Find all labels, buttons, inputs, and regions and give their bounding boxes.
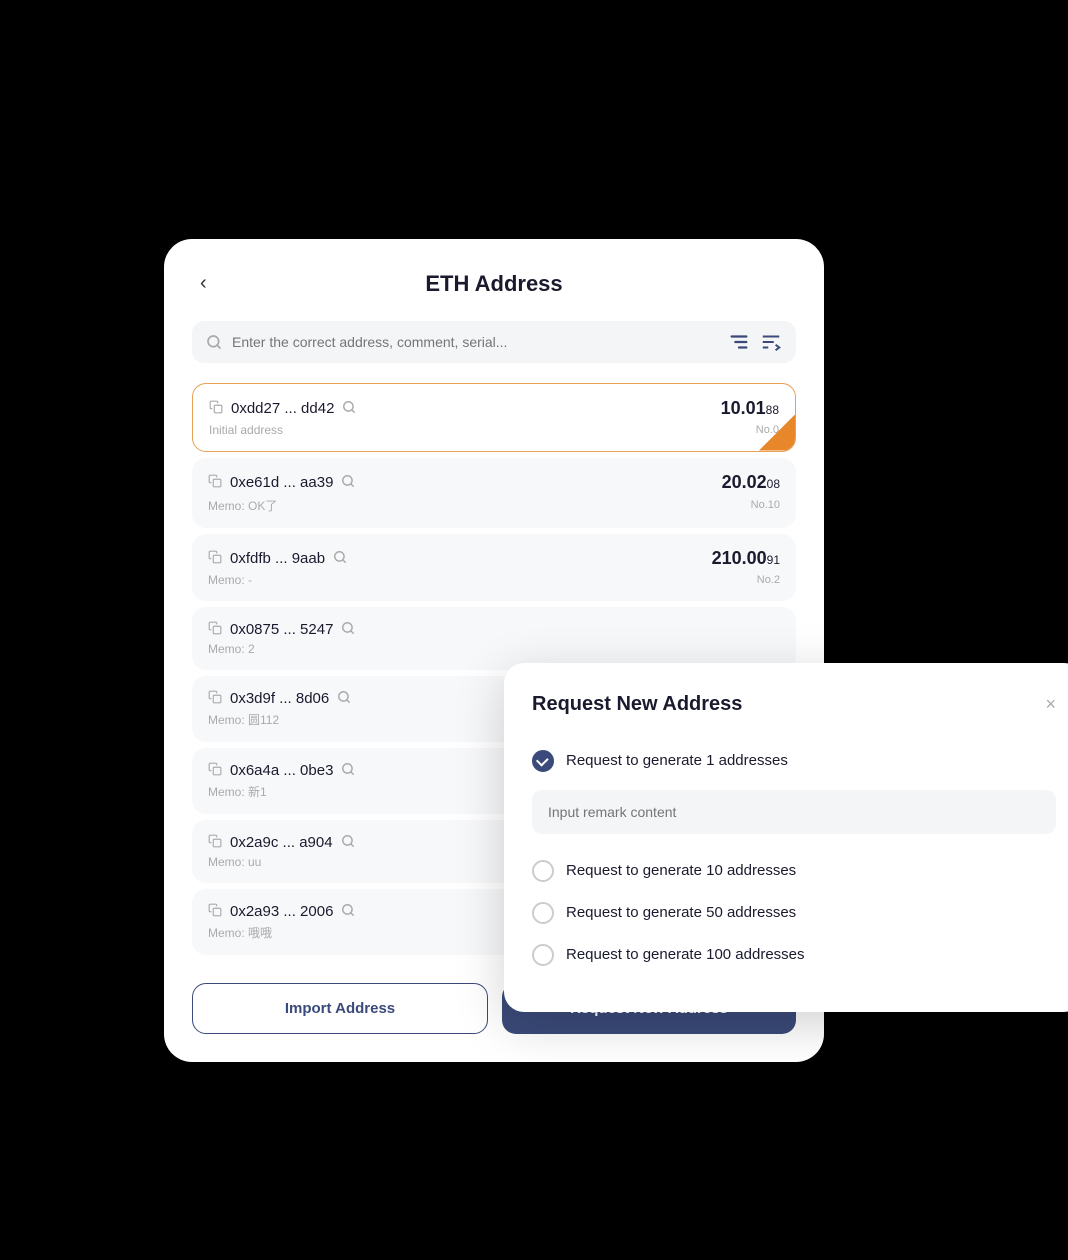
address-text: 0x0875 ... 5247 (230, 621, 333, 638)
amount-main: 20.02 (722, 472, 767, 492)
memo-text: Memo: 新1 (208, 783, 267, 800)
modal-header: Request New Address × (532, 693, 1056, 716)
copy-icon[interactable] (208, 550, 222, 567)
back-button[interactable]: ‹ (192, 268, 215, 299)
radio-option[interactable]: Request to generate 100 addresses (532, 934, 1056, 976)
search-input[interactable] (232, 334, 718, 350)
copy-icon[interactable] (208, 834, 222, 851)
address-item[interactable]: 0x0875 ... 5247 Memo: 2 (192, 607, 796, 670)
amount-block: 10.0188 (721, 398, 779, 419)
radio-label: Request to generate 10 addresses (566, 862, 796, 879)
radio-option[interactable]: Request to generate 1 addresses (532, 740, 1056, 782)
remark-input[interactable] (532, 790, 1056, 834)
main-card: ‹ ETH Address (164, 239, 824, 1062)
modal-options: Request to generate 1 addresses Request … (532, 740, 1056, 976)
address-search-icon[interactable] (333, 550, 347, 567)
copy-icon[interactable] (208, 621, 222, 638)
page-title: ETH Address (425, 271, 562, 297)
modal-card: Request New Address × Request to generat… (504, 663, 1068, 1012)
radio-option[interactable]: Request to generate 10 addresses (532, 850, 1056, 892)
copy-icon[interactable] (208, 762, 222, 779)
memo-text: Memo: 圆112 (208, 711, 279, 728)
radio-circle[interactable] (532, 750, 554, 772)
address-text: 0x6a4a ... 0be3 (230, 762, 333, 779)
filter-icon[interactable] (728, 331, 750, 353)
address-search-icon[interactable] (341, 903, 355, 920)
memo-text: Initial address (209, 423, 283, 437)
copy-icon[interactable] (208, 903, 222, 920)
memo-text: Memo: 2 (208, 642, 255, 656)
amount-small: 88 (766, 403, 779, 417)
amount-small: 08 (767, 477, 780, 491)
radio-label: Request to generate 50 addresses (566, 904, 796, 921)
address-search-icon[interactable] (341, 621, 355, 638)
radio-circle[interactable] (532, 944, 554, 966)
address-search-icon[interactable] (337, 690, 351, 707)
sort-icon[interactable] (760, 331, 782, 353)
amount-block: 20.0208 (722, 472, 780, 493)
copy-icon[interactable] (208, 474, 222, 491)
radio-circle[interactable] (532, 902, 554, 924)
address-item[interactable]: 0xdd27 ... dd42 10.0188 Initial address … (192, 383, 796, 452)
memo-text: Memo: uu (208, 855, 261, 869)
memo-text: Memo: - (208, 573, 252, 587)
amount-block: 210.0091 (712, 548, 780, 569)
no-badge: No.10 (751, 499, 780, 511)
address-text: 0xe61d ... aa39 (230, 474, 333, 491)
import-button[interactable]: Import Address (192, 983, 488, 1034)
address-search-icon[interactable] (341, 762, 355, 779)
search-icon (206, 334, 222, 350)
no-badge: No.2 (757, 574, 780, 586)
search-bar (192, 321, 796, 363)
address-search-icon[interactable] (341, 474, 355, 491)
radio-option[interactable]: Request to generate 50 addresses (532, 892, 1056, 934)
memo-text: Memo: OK了 (208, 497, 277, 514)
amount-main: 210.00 (712, 548, 767, 568)
copy-icon[interactable] (208, 690, 222, 707)
no-badge: No.0 (756, 424, 779, 436)
copy-icon[interactable] (209, 400, 223, 417)
radio-label: Request to generate 100 addresses (566, 946, 805, 963)
amount-small: 91 (767, 553, 780, 567)
address-text: 0x2a9c ... a904 (230, 834, 333, 851)
modal-title: Request New Address (532, 693, 742, 716)
memo-text: Memo: 哦哦 (208, 924, 272, 941)
header: ‹ ETH Address (192, 271, 796, 297)
address-text: 0xdd27 ... dd42 (231, 400, 334, 417)
address-item[interactable]: 0xe61d ... aa39 20.0208 Memo: OK了 No.10 (192, 458, 796, 528)
address-item[interactable]: 0xfdfb ... 9aab 210.0091 Memo: - No.2 (192, 534, 796, 601)
modal-close-button[interactable]: × (1045, 694, 1056, 715)
radio-label: Request to generate 1 addresses (566, 752, 788, 769)
address-text: 0x2a93 ... 2006 (230, 903, 333, 920)
address-text: 0x3d9f ... 8d06 (230, 690, 329, 707)
address-search-icon[interactable] (341, 834, 355, 851)
address-search-icon[interactable] (342, 400, 356, 417)
address-text: 0xfdfb ... 9aab (230, 550, 325, 567)
radio-circle[interactable] (532, 860, 554, 882)
amount-main: 10.01 (721, 398, 766, 418)
